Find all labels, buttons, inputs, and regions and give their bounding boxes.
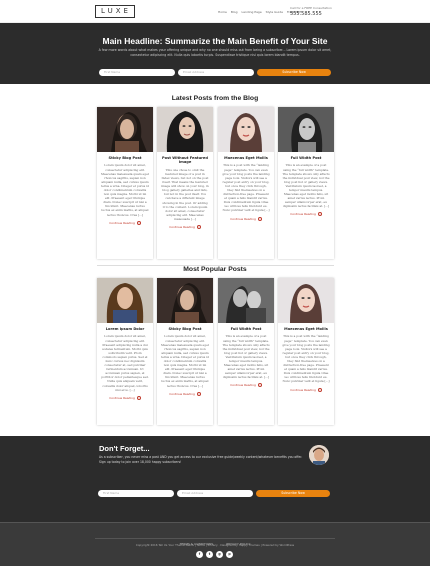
post-title[interactable]: Full Width Post	[218, 323, 274, 331]
site-header: LUXE Home Blog Landing Page Style Guide …	[0, 0, 430, 23]
main-nav: Home Blog Landing Page Style Guide Free …	[218, 10, 301, 14]
nav-item-blog[interactable]: Blog	[231, 10, 238, 14]
post-card[interactable]: Maecenas Eget Mollis This is a post with…	[218, 107, 274, 259]
continue-reading-link[interactable]: Continue Reading	[157, 225, 213, 230]
post-thumbnail[interactable]	[218, 278, 274, 323]
hero-section: Main Headline: Summarize the Main Benefi…	[0, 23, 430, 84]
post-excerpt: Lorem ipsum dolor sit amet, consectetur …	[101, 334, 149, 392]
header-contact: Call for a FREE Consultation 555.585.555	[290, 6, 340, 17]
footer-divider	[95, 538, 335, 539]
post-thumbnail[interactable]	[218, 107, 274, 152]
post-card[interactable]: Sticky Blog Post Lorem ipsum dolor sit a…	[157, 278, 213, 425]
email-input[interactable]: Email Address	[177, 490, 253, 497]
post-title[interactable]: Full Width Post	[278, 152, 334, 160]
continue-reading-label: Continue Reading	[169, 225, 195, 230]
subscribe-title: Don't Forget...	[99, 444, 150, 453]
arrow-circle-icon	[257, 216, 262, 221]
post-card[interactable]: Maecenas Eget Mollis This is a post with…	[278, 278, 334, 425]
arrow-circle-icon	[257, 383, 262, 388]
google-plus-icon[interactable]: g	[216, 551, 223, 558]
contact-label: Call for a FREE Consultation	[290, 6, 332, 10]
continue-reading-link[interactable]: Continue Reading	[97, 220, 153, 225]
post-card[interactable]: Sticky Blog Post Lorem ipsum dolor sit a…	[97, 107, 153, 259]
subscribe-button[interactable]: Subscribe Now	[257, 69, 331, 76]
continue-reading-label: Continue Reading	[169, 391, 195, 396]
post-thumbnail[interactable]	[157, 107, 213, 152]
post-title[interactable]: Lorem Ipsum Dolor	[97, 323, 153, 331]
subscribe-text: As a subscriber, you never miss a post A…	[99, 455, 303, 464]
post-title[interactable]: Maecenas Eget Mollis	[278, 323, 334, 331]
post-excerpt: Lorem ipsum dolor sit amet, consectetur …	[101, 163, 149, 217]
continue-reading-link[interactable]: Continue Reading	[97, 395, 153, 400]
arrow-circle-icon	[136, 395, 141, 400]
continue-reading-link[interactable]: Continue Reading	[278, 387, 334, 392]
popular-posts-title: Most Popular Posts	[183, 266, 247, 273]
post-excerpt: This is a post with the “landing page” t…	[282, 334, 330, 384]
post-card[interactable]: Full Width Post This is an example of a …	[218, 278, 274, 425]
arrow-circle-icon	[196, 225, 201, 230]
continue-reading-label: Continue Reading	[230, 383, 256, 388]
subscribe-button[interactable]: Subscribe Now	[256, 490, 330, 497]
post-thumbnail[interactable]	[157, 278, 213, 323]
post-title[interactable]: Maecenas Eget Mollis	[218, 152, 274, 160]
continue-reading-label: Continue Reading	[290, 387, 316, 392]
post-card[interactable]: Full Width Post This is an example of a …	[278, 107, 334, 259]
hero-subtext: A few more words about what makes your o…	[98, 48, 332, 57]
first-name-input[interactable]: First Name	[98, 490, 174, 497]
footer-optin-form: First Name Email Address Subscribe Now	[98, 490, 330, 497]
arrow-circle-icon	[317, 387, 322, 392]
site-logo[interactable]: LUXE	[95, 5, 135, 18]
social-links: f t g p	[196, 551, 233, 558]
continue-reading-label: Continue Reading	[290, 212, 316, 217]
continue-reading-link[interactable]: Continue Reading	[157, 391, 213, 396]
copyright-text: Copyright 2016 Tell Us Your Theme Name |…	[135, 543, 295, 547]
continue-reading-label: Continue Reading	[109, 220, 135, 225]
post-excerpt: This is an example of a post using the “…	[222, 334, 270, 380]
post-excerpt: Lorem ipsum dolor sit amet, consectetur …	[161, 334, 209, 388]
post-thumbnail[interactable]	[278, 278, 334, 323]
facebook-icon[interactable]: f	[196, 551, 203, 558]
post-excerpt: This one chose to omit the featured imag…	[161, 167, 209, 221]
post-card[interactable]: Lorem Ipsum Dolor Lorem ipsum dolor sit …	[97, 278, 153, 425]
continue-reading-link[interactable]: Continue Reading	[278, 212, 334, 217]
subscribe-section: Don't Forget... As a subscriber, you nev…	[0, 436, 430, 522]
hero-headline: Main Headline: Summarize the Main Benefi…	[102, 36, 328, 46]
twitter-icon[interactable]: t	[206, 551, 213, 558]
phone-number[interactable]: 555.585.555	[290, 11, 340, 17]
latest-posts-title: Latest Posts from the Blog	[171, 95, 259, 102]
email-input[interactable]: Email Address	[178, 69, 254, 76]
post-title[interactable]: Post Without Featured Image	[157, 152, 213, 165]
arrow-circle-icon	[136, 220, 141, 225]
continue-reading-label: Continue Reading	[109, 395, 135, 400]
author-avatar	[309, 445, 329, 465]
nav-item-home[interactable]: Home	[218, 10, 227, 14]
first-name-input[interactable]: First Name	[99, 69, 175, 76]
continue-reading-link[interactable]: Continue Reading	[218, 216, 274, 221]
continue-reading-link[interactable]: Continue Reading	[218, 383, 274, 388]
site-footer: TERMS & CONDITIONS PRIVACY POLICY Copyri…	[0, 522, 430, 566]
post-title[interactable]: Sticky Blog Post	[157, 323, 213, 331]
post-thumbnail[interactable]	[278, 107, 334, 152]
nav-item-style-guide[interactable]: Style Guide	[266, 10, 283, 14]
post-card[interactable]: Post Without Featured Image This one cho…	[157, 107, 213, 259]
continue-reading-label: Continue Reading	[230, 216, 256, 221]
pinterest-icon[interactable]: p	[226, 551, 233, 558]
nav-item-landing-page[interactable]: Landing Page	[242, 10, 262, 14]
post-thumbnail[interactable]	[97, 107, 153, 152]
post-thumbnail[interactable]	[97, 278, 153, 323]
post-title[interactable]: Sticky Blog Post	[97, 152, 153, 160]
hero-optin-form: First Name Email Address Subscribe Now	[99, 69, 331, 76]
post-excerpt: This is a post with the “landing page” t…	[222, 163, 270, 213]
arrow-circle-icon	[317, 212, 322, 217]
arrow-circle-icon	[196, 391, 201, 396]
post-excerpt: This is an example of a post using the “…	[282, 163, 330, 209]
